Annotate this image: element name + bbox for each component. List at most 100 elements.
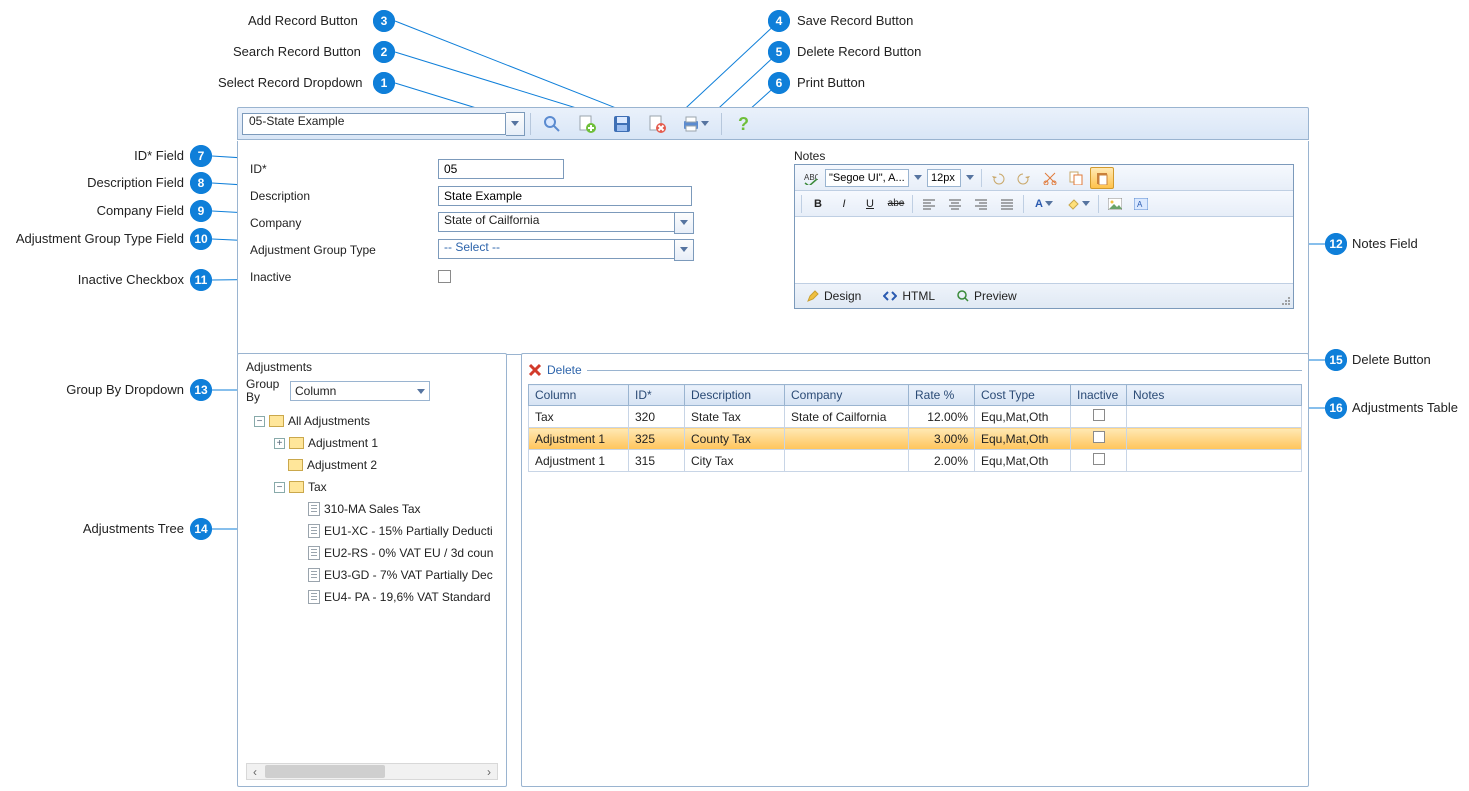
notes-textarea[interactable] [795,217,1293,283]
company-select-value[interactable]: State of Cailfornia [438,212,674,232]
col-header[interactable]: Inactive [1071,385,1127,406]
scroll-right-icon[interactable]: › [481,765,497,779]
tree-h-scrollbar[interactable]: ‹ › [246,763,498,780]
print-button[interactable] [676,110,716,138]
notes-tab-html[interactable]: HTML [879,285,939,307]
chevron-down-icon [1082,201,1090,206]
callout-badge-15: 15 [1325,349,1347,371]
id-input[interactable] [438,159,564,179]
bucket-icon [1066,197,1080,211]
group-by-value: Column [295,384,336,398]
agt-select[interactable]: -- Select -- [438,239,694,261]
save-record-button[interactable] [606,110,638,138]
callout-badge-1: 1 [373,72,395,94]
bold-button[interactable]: B [806,193,830,215]
copy-icon [1069,171,1083,185]
callout-badge-7: 7 [190,145,212,167]
adjustments-title: Adjustments [246,360,498,374]
table-row[interactable]: Adjustment 1 315 City Tax 2.00% Equ,Mat,… [529,450,1302,472]
strike-button[interactable]: abe [884,193,908,215]
expand-icon[interactable]: + [274,438,285,449]
notes-tab-preview[interactable]: Preview [953,285,1021,307]
notes-caption: Notes [794,149,1294,163]
paste-button[interactable] [1090,167,1114,189]
group-by-dropdown[interactable]: Column [290,381,430,401]
company-label: Company [250,216,438,230]
col-header[interactable]: Rate % [909,385,975,406]
adjustments-table[interactable]: Column ID* Description Company Rate % Co… [528,384,1302,472]
tree-node[interactable]: −Tax [246,476,498,498]
col-header[interactable]: Description [685,385,785,406]
table-row[interactable]: Adjustment 1 325 County Tax 3.00% Equ,Ma… [529,428,1302,450]
tree-leaf[interactable]: EU2-RS - 0% VAT EU / 3d coun [246,542,498,564]
callout-badge-10: 10 [190,228,212,250]
highlight-button[interactable] [1062,193,1094,215]
align-left-button[interactable] [917,193,941,215]
font-size-drop[interactable] [963,167,977,189]
tree-leaf[interactable]: EU4- PA - 19,6% VAT Standard [246,586,498,608]
group-by-label: Group By [246,378,286,404]
notes-tab-design[interactable]: Design [803,285,865,307]
redo-button[interactable] [1012,167,1036,189]
italic-button[interactable]: I [832,193,856,215]
record-select-value[interactable]: 05-State Example [242,113,506,135]
collapse-icon[interactable]: − [254,416,265,427]
insert-image-button[interactable] [1103,193,1127,215]
col-header[interactable]: Company [785,385,909,406]
company-select[interactable]: State of Cailfornia [438,212,694,234]
description-input[interactable] [438,186,692,206]
inactive-cell-checkbox[interactable] [1093,409,1105,421]
inactive-cell-checkbox[interactable] [1093,453,1105,465]
company-select-button[interactable] [674,212,694,234]
table-row[interactable]: Tax 320 State Tax State of Cailfornia 12… [529,406,1302,428]
callout-label-1: Select Record Dropdown [218,75,363,90]
cut-button[interactable] [1038,167,1062,189]
id-label: ID* [250,162,438,176]
tree-node[interactable]: +Adjustment 1 [246,432,498,454]
record-select-dropdown-button[interactable] [506,112,525,136]
col-header[interactable]: Cost Type [975,385,1071,406]
agt-select-value[interactable]: -- Select -- [438,239,674,259]
inactive-checkbox[interactable] [438,270,451,283]
delete-button[interactable]: Delete [547,363,582,377]
spellcheck-button[interactable]: ABC [799,167,823,189]
delete-record-button[interactable] [641,110,673,138]
folder-icon [288,459,303,471]
col-header[interactable]: Notes [1127,385,1302,406]
scroll-left-icon[interactable]: ‹ [247,765,263,779]
tree-leaf[interactable]: EU3-GD - 7% VAT Partially Dec [246,564,498,586]
agt-select-button[interactable] [674,239,694,261]
folder-icon [289,437,304,449]
callout-label-11: Inactive Checkbox [70,272,184,287]
scroll-thumb[interactable] [265,765,385,778]
tree-root[interactable]: −All Adjustments [246,410,498,432]
copy-button[interactable] [1064,167,1088,189]
insert-field-button[interactable]: A [1129,193,1153,215]
adjustments-tree[interactable]: −All Adjustments +Adjustment 1 Adjustmen… [246,410,498,608]
tree-node[interactable]: Adjustment 2 [246,454,498,476]
inactive-cell-checkbox[interactable] [1093,431,1105,443]
underline-button[interactable]: U [858,193,882,215]
callout-label-4: Save Record Button [797,13,913,28]
col-header[interactable]: Column [529,385,629,406]
font-color-button[interactable]: A [1028,193,1060,215]
callout-badge-16: 16 [1325,397,1347,419]
search-record-button[interactable] [536,110,568,138]
resize-grip-icon[interactable] [1281,296,1291,306]
undo-button[interactable] [986,167,1010,189]
help-button[interactable]: ? [727,110,759,138]
add-record-button[interactable] [571,110,603,138]
font-family-drop[interactable] [911,167,925,189]
tree-leaf[interactable]: 310-MA Sales Tax [246,498,498,520]
align-center-button[interactable] [943,193,967,215]
collapse-icon[interactable]: − [274,482,285,493]
svg-text:?: ? [738,115,749,133]
font-size-input[interactable] [927,169,961,187]
align-right-button[interactable] [969,193,993,215]
font-family-input[interactable] [825,169,909,187]
record-select[interactable]: 05-State Example [242,112,525,136]
tree-leaf[interactable]: EU1-XC - 15% Partially Deducti [246,520,498,542]
folder-icon [289,481,304,493]
align-justify-button[interactable] [995,193,1019,215]
col-header[interactable]: ID* [629,385,685,406]
